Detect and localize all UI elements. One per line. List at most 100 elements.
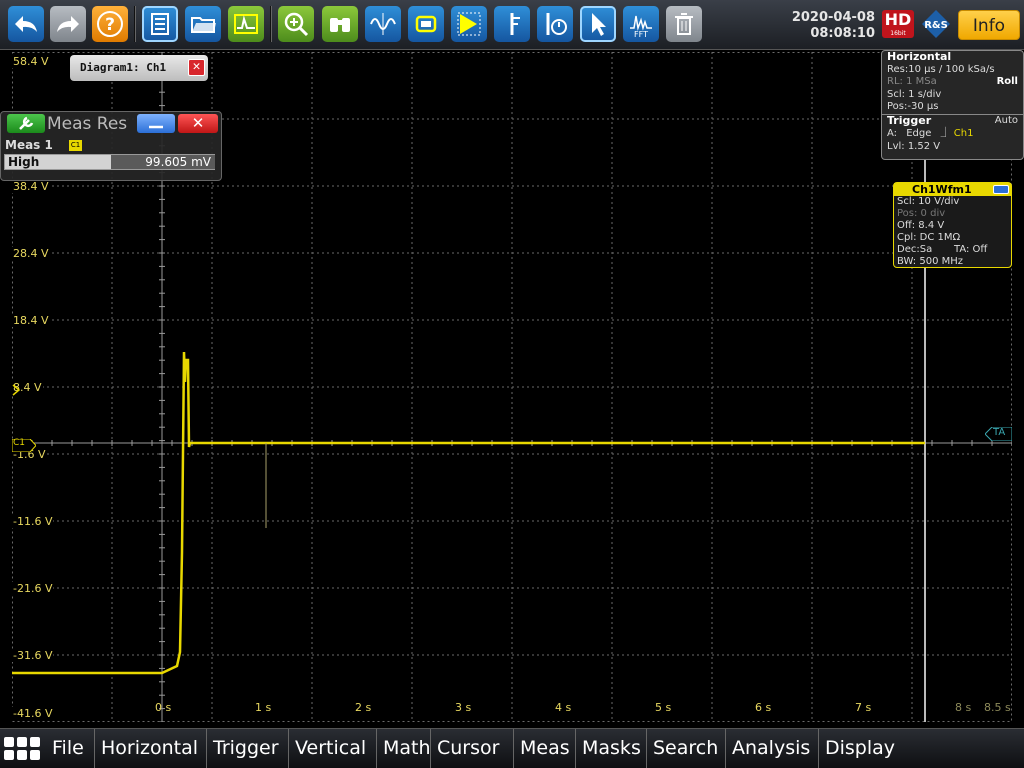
undo-icon[interactable] (8, 6, 44, 42)
svg-text:R&S: R&S (924, 20, 948, 31)
x-axis-label: 1 s (255, 701, 272, 714)
y-axis-label: 28.4 V (12, 247, 50, 260)
trigger-level: Lvl: 1.52 V (887, 140, 941, 152)
menu-item-masks[interactable]: Masks (575, 729, 641, 768)
x-axis-label: 5 s (655, 701, 672, 714)
menu-item-vertical[interactable]: Vertical (288, 729, 366, 768)
timer-icon[interactable] (537, 6, 573, 42)
channel-panel-title: Ch1Wfm1 (912, 183, 972, 196)
measure-icon[interactable] (365, 6, 401, 42)
zoom-icon[interactable] (278, 6, 314, 42)
y-axis-label: 58.4 V (12, 55, 50, 68)
x-axis-label: 0 s (155, 701, 172, 714)
mask-icon[interactable] (451, 6, 487, 42)
trigger-type-prefix: A: (887, 128, 898, 139)
meas-row[interactable]: High 99.605 mV (4, 154, 215, 170)
info-button[interactable]: Info (958, 10, 1020, 40)
delete-icon[interactable] (666, 6, 702, 42)
trigger-type: Edge (906, 128, 932, 139)
x-axis-label: 2 s (355, 701, 372, 714)
menu-item-search[interactable]: Search (646, 729, 718, 768)
y-axis-label: 38.4 V (12, 180, 50, 193)
ta-marker-label: TA (993, 427, 1006, 438)
y-axis-label: -41.6 V (12, 707, 54, 720)
redo-icon[interactable] (50, 6, 86, 42)
channel-bandwidth: BW: 500 MHz (897, 256, 964, 267)
channel-position: Pos: 0 div (897, 208, 946, 219)
minimize-button[interactable] (137, 114, 175, 133)
channel-decimation: Dec:Sa (897, 244, 933, 255)
hd-mode-button[interactable]: HD 16bit (882, 10, 914, 38)
channel-1-marker[interactable]: C1 (11, 437, 37, 453)
diagram-tab[interactable]: Diagram1: Ch1 ✕ (70, 55, 208, 81)
y-axis-label: -21.6 V (12, 582, 54, 595)
x-axis-label: 3 s (455, 701, 472, 714)
time-text: 08:08:10 (810, 26, 875, 41)
fft-label: FFT (634, 30, 648, 38)
fft-icon[interactable]: FFT (623, 6, 659, 42)
horizontal-mode: Roll (996, 76, 1018, 87)
x-axis-label: 4 s (555, 701, 572, 714)
screenshot-icon[interactable] (228, 6, 264, 42)
find-icon[interactable] (322, 6, 358, 42)
toolbar: ? FFT 2020-04-08 08:08:10 HD 16bit R&S I… (0, 0, 1024, 50)
date-text: 2020-04-08 (791, 10, 875, 25)
horizontal-res: Res:10 µs / 100 kSa/s (887, 63, 995, 75)
x-axis-label: 8.5 s (984, 701, 1011, 714)
meas-row-value: 99.605 mV (111, 155, 215, 169)
bottom-menu-bar: File Horizontal Trigger Vertical Math Cursor M… (0, 728, 1024, 768)
svg-text:?: ? (105, 15, 115, 35)
y-axis-label: -31.6 V (12, 649, 54, 662)
trigger-level-arrow-icon[interactable] (12, 381, 21, 400)
menu-item-meas[interactable]: Meas (513, 729, 570, 768)
edge-icon: ⏌ (940, 128, 951, 139)
measurement-results-window[interactable]: Meas Res ✕ Meas 1 C1 High 99.605 mV (0, 111, 222, 181)
horizontal-scale: Scl: 1 s/div (887, 88, 942, 100)
menu-item-display[interactable]: Display (818, 729, 895, 768)
horizontal-trigger-panel[interactable]: Horizontal Res:10 µs / 100 kSa/s RL: 1 M… (881, 50, 1024, 160)
rs-logo-icon: R&S (922, 10, 950, 38)
diagram-tab-label: Diagram1: Ch1 (80, 61, 167, 74)
trigger-mode: Auto (994, 114, 1018, 126)
channel-offset: Off: 8.4 V (897, 220, 945, 231)
hd-sub-label: 16bit (890, 30, 906, 37)
horizontal-title: Horizontal (887, 50, 952, 63)
help-icon[interactable]: ? (92, 6, 128, 42)
apps-grid-icon[interactable] (4, 737, 40, 761)
channel-tag: C1 (69, 140, 82, 151)
ta-marker[interactable]: TA (984, 426, 1013, 442)
minimize-icon[interactable] (993, 185, 1009, 194)
horizontal-rl: RL: 1 MSa (887, 76, 937, 87)
y-axis-label: 18.4 V (12, 314, 50, 327)
y-axis-label: -11.6 V (12, 515, 54, 528)
menu-item-cursor[interactable]: Cursor (430, 729, 499, 768)
cursor-icon[interactable] (494, 6, 530, 42)
open-file-icon[interactable] (185, 6, 221, 42)
menu-item-analysis[interactable]: Analysis (725, 729, 810, 768)
ch1-waveform-trace (12, 351, 925, 675)
menu-item-file[interactable]: File (46, 729, 84, 768)
channel-1-panel[interactable]: Ch1Wfm1 Scl: 10 V/div Pos: 0 div Off: 8.… (893, 182, 1012, 268)
channel-scale: Scl: 10 V/div (897, 196, 960, 207)
menu-item-trigger[interactable]: Trigger (206, 729, 279, 768)
pointer-icon[interactable] (580, 6, 616, 42)
hd-label: HD (884, 10, 912, 29)
wrench-icon[interactable] (7, 114, 45, 133)
trigger-source: Ch1 (953, 128, 974, 139)
diagram-close-button[interactable]: ✕ (188, 59, 205, 76)
horizontal-position: Pos:-30 µs (887, 101, 939, 112)
close-button[interactable]: ✕ (178, 114, 218, 133)
channel-marker-label: C1 (13, 438, 26, 448)
toolbar-config-icon[interactable] (142, 6, 178, 42)
histogram-icon[interactable] (408, 6, 444, 42)
x-axis-label: 6 s (755, 701, 772, 714)
channel-ta: TA: Off (954, 244, 988, 255)
x-axis-label: 8 s (955, 701, 972, 714)
meas-row-name: High (8, 155, 40, 169)
meas-label: Meas 1 (5, 138, 53, 152)
x-axis-label: 7 s (855, 701, 872, 714)
trigger-title: Trigger (887, 113, 932, 127)
menu-item-math[interactable]: Math (376, 729, 431, 768)
menu-item-horizontal[interactable]: Horizontal (94, 729, 198, 768)
channel-coupling: Cpl: DC 1MΩ (897, 232, 961, 243)
